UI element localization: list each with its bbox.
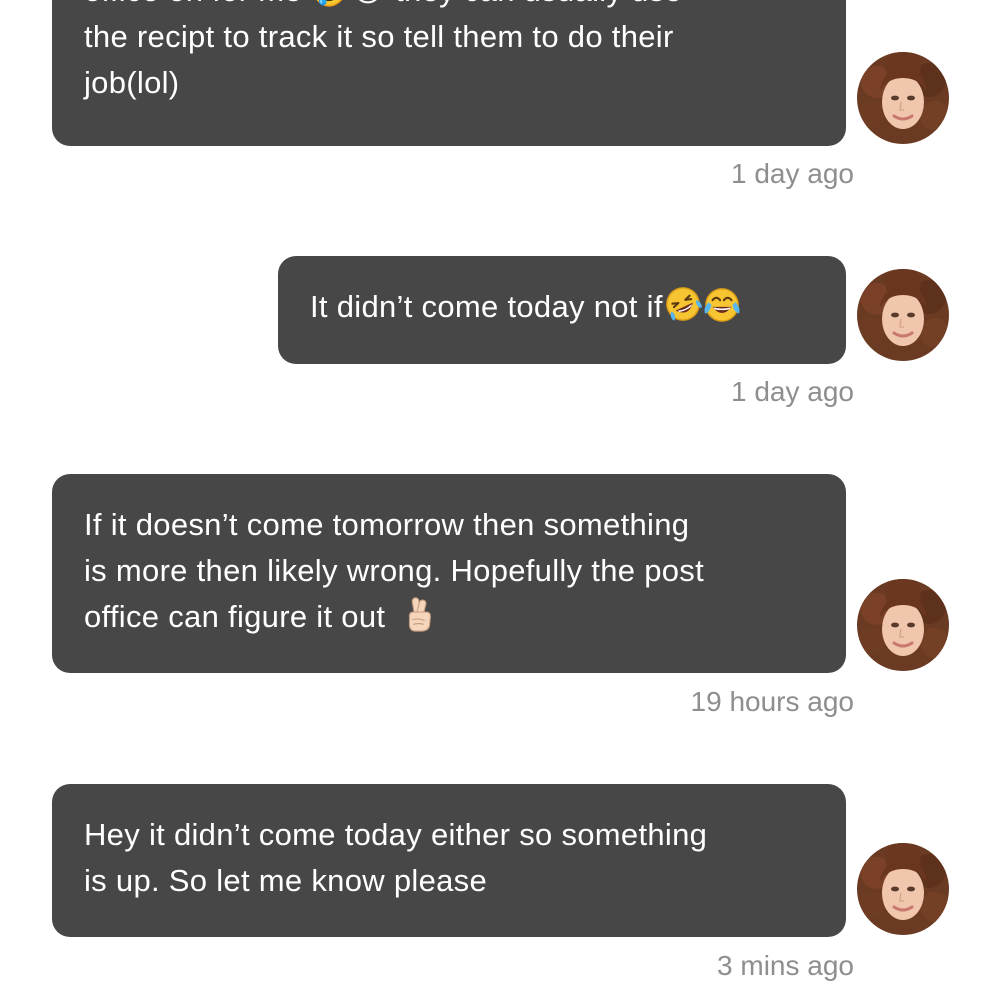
crossed-fingers-emoji-icon [400, 595, 438, 646]
message-text: It didn’t come today not if [310, 289, 663, 324]
message-bubble: Hey it didn’t come today either so somet… [52, 784, 846, 937]
avatar[interactable] [857, 52, 949, 144]
message-line: It didn’t come today not if [310, 284, 814, 336]
message-bubble: If it doesn’t come tomorrow then somethi… [52, 474, 846, 673]
message-timestamp: 3 mins ago [717, 950, 854, 981]
message-timestamp: 1 day ago [731, 158, 854, 189]
message-bubble: It didn’t come today not if [278, 256, 846, 364]
message-timestamp: 19 hours ago [690, 686, 854, 717]
avatar[interactable] [857, 269, 949, 361]
message-line: office can figure it out [84, 594, 814, 646]
rolling-laughing-emoji-icon [664, 285, 702, 336]
message-line: office on for me 🤣😂 they can usually use [84, 0, 814, 14]
message-line: If it doesn’t come tomorrow then somethi… [84, 507, 690, 542]
message-line: the recipt to track it so tell them to d… [84, 19, 674, 54]
message-line: is more then likely wrong. Hopefully the… [84, 553, 705, 588]
avatar[interactable] [857, 579, 949, 671]
message-line: Hey it didn’t come today either so somet… [84, 817, 708, 852]
message-line: is up. So let me know please [84, 863, 487, 898]
message-timestamp: 1 day ago [731, 376, 854, 407]
message-text: office can figure it out [84, 599, 386, 634]
message-bubble: office on for me 🤣😂 they can usually use… [52, 0, 846, 146]
avatar[interactable] [857, 843, 949, 935]
tears-of-joy-emoji-icon [703, 285, 741, 336]
message-line: job(lol) [84, 65, 180, 100]
